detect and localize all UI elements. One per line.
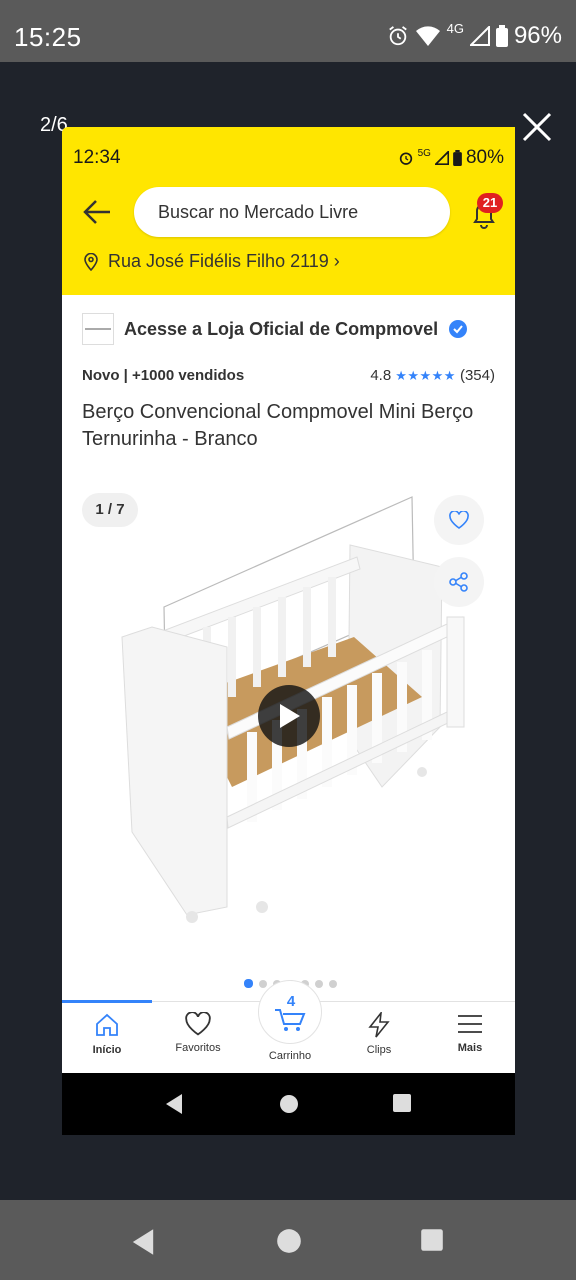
home-key-icon[interactable]	[278, 1093, 300, 1115]
home-key-icon[interactable]	[276, 1228, 302, 1254]
nav-home[interactable]: Início	[62, 1012, 152, 1056]
wifi-icon	[415, 26, 440, 46]
alarm-icon	[399, 152, 412, 165]
outer-status-bar: 15:25 4G 96%	[0, 0, 576, 62]
back-arrow-icon[interactable]	[80, 195, 114, 229]
heart-icon	[185, 1012, 211, 1036]
share-button[interactable]	[434, 557, 484, 607]
store-logo	[82, 313, 114, 345]
nav-clips[interactable]: Clips	[334, 1012, 424, 1056]
outer-network-label: 4G	[446, 20, 464, 36]
heart-icon	[449, 511, 469, 529]
rating-value: 4.8	[370, 367, 392, 384]
close-icon[interactable]	[520, 110, 554, 144]
nav-clips-label: Clips	[366, 1044, 392, 1056]
location-pin-icon	[84, 252, 98, 271]
recents-key-icon[interactable]	[392, 1093, 412, 1113]
condition-sales: Novo | +1000 vendidos	[82, 367, 245, 384]
menu-icon	[458, 1015, 482, 1033]
carousel-dot-active	[244, 979, 253, 988]
play-video-button[interactable]	[258, 685, 320, 747]
carousel-dot	[259, 979, 267, 988]
carousel-dot	[329, 979, 337, 988]
home-icon	[96, 1013, 118, 1036]
outer-battery-percent: 96%	[513, 22, 562, 49]
carousel-dot	[315, 979, 323, 988]
app-header: 12:34 5G 80% Buscar no Mercado Livre 21 …	[62, 127, 515, 295]
favorite-button[interactable]	[434, 495, 484, 545]
nav-more[interactable]: Mais	[425, 1012, 515, 1054]
play-icon	[280, 704, 300, 728]
signal-icon	[434, 151, 449, 165]
official-store-link[interactable]: Acesse a Loja Oficial de Compmovel	[82, 313, 468, 345]
nav-favorites-label: Favoritos	[175, 1042, 221, 1054]
delivery-address[interactable]: Rua José Fidélis Filho 2119 ›	[84, 251, 340, 272]
rating-summary[interactable]: 4.8 ★★★★★ (354)	[370, 367, 495, 384]
inner-clock: 12:34	[73, 147, 121, 168]
inner-network-label: 5G	[417, 147, 431, 159]
nav-cart[interactable]: 4	[258, 980, 322, 1044]
nav-more-label: Mais	[457, 1042, 483, 1054]
nav-cart-label: Carrinho	[268, 1050, 312, 1062]
product-title: Berço Convencional Compmovel Mini Berço …	[82, 401, 474, 450]
outer-system-navbar	[0, 1200, 576, 1280]
verified-badge-icon	[449, 320, 468, 338]
search-input[interactable]: Buscar no Mercado Livre	[134, 187, 450, 237]
cart-count: 4	[286, 993, 296, 1010]
battery-icon	[453, 150, 462, 166]
notification-badge: 21	[477, 193, 503, 213]
share-icon	[449, 572, 468, 592]
photo-index: 1 / 7	[82, 493, 138, 527]
search-placeholder: Buscar no Mercado Livre	[158, 202, 359, 222]
active-tab-indicator	[62, 1000, 152, 1003]
battery-icon	[495, 25, 508, 47]
star-rating-icon: ★★★★★	[395, 367, 456, 383]
recents-key-icon[interactable]	[420, 1228, 444, 1252]
inner-system-navbar	[62, 1073, 515, 1135]
bottom-navigation: Início Favoritos 4 Carrinho Clips Mais	[62, 980, 515, 1073]
alarm-icon	[388, 26, 407, 46]
outer-clock: 15:25	[14, 22, 82, 52]
back-key-icon[interactable]	[164, 1093, 184, 1115]
inner-screenshot: 12:34 5G 80% Buscar no Mercado Livre 21 …	[62, 127, 515, 1135]
address-text: Rua José Fidélis Filho 2119 ›	[108, 251, 340, 271]
review-count: (354)	[459, 367, 495, 384]
nav-home-label: Início	[92, 1044, 122, 1056]
nav-favorites[interactable]: Favoritos	[153, 1012, 243, 1054]
clips-icon	[368, 1012, 390, 1038]
inner-status-bar: 12:34 5G 80%	[62, 127, 515, 175]
store-link-text: Acesse a Loja Oficial de Compmovel	[124, 318, 439, 339]
inner-battery-percent: 80%	[465, 147, 504, 168]
signal-icon	[469, 26, 490, 46]
back-key-icon[interactable]	[130, 1228, 156, 1256]
